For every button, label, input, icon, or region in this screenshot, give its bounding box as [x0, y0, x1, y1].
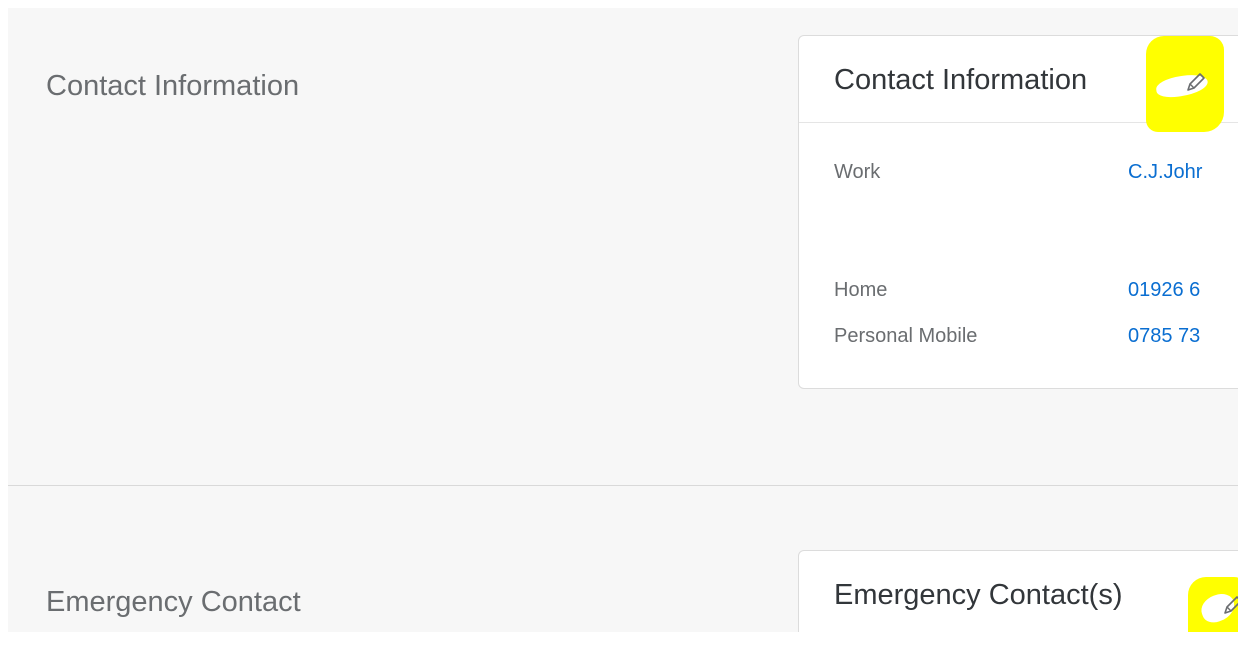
screenshot-edge: [1238, 0, 1246, 645]
emergency-contacts-card: Emergency Contact(s): [798, 550, 1246, 632]
profile-page: Contact Information Contact Information …: [8, 8, 1246, 632]
pencil-icon[interactable]: [1182, 70, 1208, 96]
emergency-contacts-card-header: Emergency Contact(s): [799, 551, 1246, 632]
home-phone-link[interactable]: 01926 6: [1128, 279, 1200, 302]
home-phone-field: Home 01926 6: [834, 279, 1246, 307]
section-divider: [8, 485, 1246, 486]
contact-information-section-title: Contact Information: [46, 70, 300, 102]
personal-mobile-field: Personal Mobile 0785 73: [834, 325, 1246, 353]
work-email-link[interactable]: C.J.Johr: [1128, 161, 1202, 184]
emergency-contact-section-title: Emergency Contact: [46, 586, 301, 618]
contact-information-card: Contact Information Work C.J.Johr Home 0…: [798, 35, 1246, 389]
work-email-field: Work C.J.Johr: [834, 161, 1246, 189]
personal-mobile-label: Personal Mobile: [834, 325, 978, 347]
home-label: Home: [834, 279, 888, 301]
emergency-contacts-card-title: Emergency Contact(s): [834, 579, 1123, 611]
screenshot-edge: [0, 632, 1246, 645]
work-label: Work: [834, 161, 881, 183]
personal-mobile-link[interactable]: 0785 73: [1128, 325, 1200, 348]
contact-information-card-header: Contact Information: [799, 36, 1246, 132]
contact-information-card-title: Contact Information: [834, 64, 1088, 96]
